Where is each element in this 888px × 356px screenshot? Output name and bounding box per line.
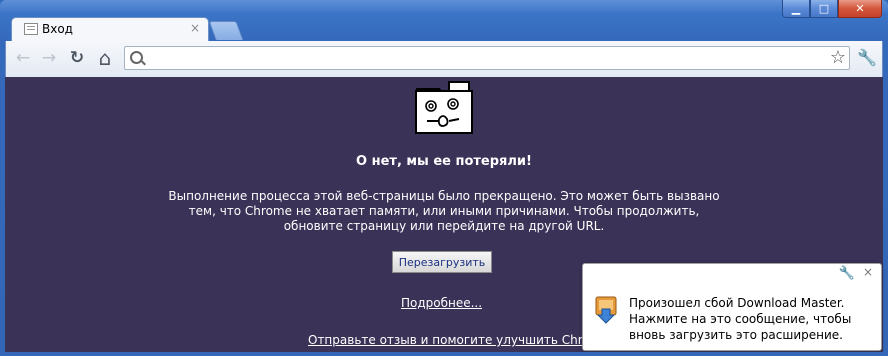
window-controls: ▁ □ ✕ (782, 0, 882, 20)
minimize-button[interactable]: ▁ (782, 0, 810, 18)
new-tab-button[interactable] (208, 21, 244, 40)
balloon-close-icon[interactable]: × (863, 265, 873, 279)
search-icon (130, 51, 143, 64)
feedback-link[interactable]: Отправьте отзыв и помогите улучшить Chro… (308, 333, 609, 347)
omnibox[interactable]: ☆ (124, 46, 850, 70)
forward-arrow-icon[interactable]: → (38, 47, 60, 69)
window-bottom-border (5, 352, 883, 356)
page-favicon-icon (24, 23, 38, 35)
toolbar: ← → ↻ ⌂ ☆ 🔧 (5, 41, 883, 77)
wrench-menu-icon[interactable]: 🔧 (856, 48, 878, 68)
window-frame: ▁ □ ✕ Вход × ← → ↻ ⌂ ☆ 🔧 О нет, мы ее по… (0, 0, 888, 356)
tab-close-icon[interactable]: × (190, 21, 200, 35)
sad-folder-icon (415, 81, 473, 134)
close-window-button[interactable]: ✕ (838, 0, 882, 18)
balloon-wrench-icon[interactable]: 🔧 (839, 266, 855, 281)
address-input[interactable] (149, 49, 813, 69)
bookmark-star-icon[interactable]: ☆ (830, 47, 846, 69)
crash-title: О нет, мы ее потеряли! (356, 154, 532, 169)
crash-description: Выполнение процесса этой веб-страницы бы… (168, 189, 720, 233)
tab-active[interactable]: Вход × (11, 17, 209, 41)
tab-title: Вход (42, 22, 73, 36)
back-arrow-icon[interactable]: ← (12, 47, 34, 69)
reload-page-button[interactable]: Перезагрузить (392, 251, 492, 273)
balloon-message: Произошел сбой Download Master. Нажмите … (629, 296, 852, 342)
home-icon[interactable]: ⌂ (94, 47, 116, 69)
maximize-button[interactable]: □ (810, 0, 838, 18)
extension-crash-balloon[interactable]: 🔧 × Произошел сбой Download Master. Нажм… (582, 263, 882, 351)
reload-icon[interactable]: ↻ (66, 47, 88, 69)
download-master-icon (595, 296, 617, 324)
